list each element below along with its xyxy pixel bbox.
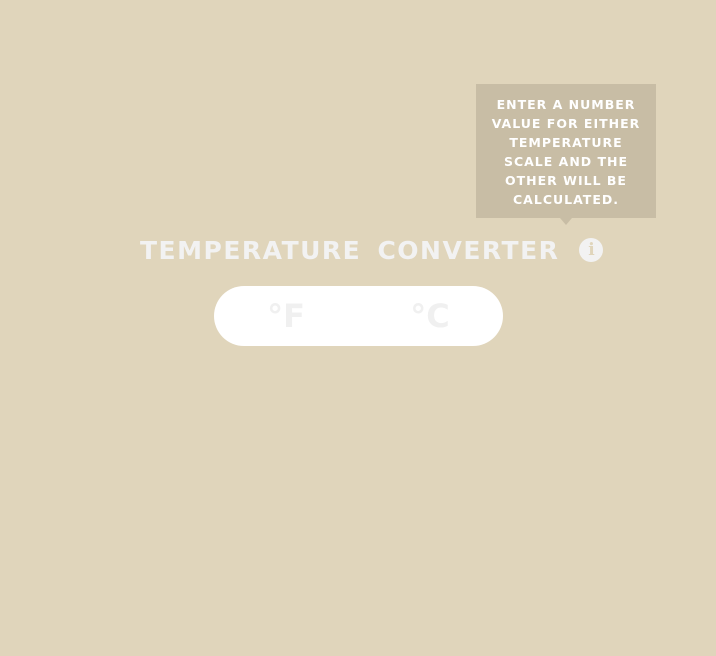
converter-form (214, 286, 503, 346)
page-title: TEMPERATURE CONVERTER (140, 235, 560, 265)
header: TEMPERATURE CONVERTER i (140, 233, 604, 267)
fahrenheit-input[interactable] (214, 286, 358, 346)
tooltip-text: ENTER A NUMBER VALUE FOR EITHER TEMPERAT… (491, 97, 641, 207)
tooltip-arrow (560, 218, 572, 225)
celsius-input[interactable] (358, 286, 502, 346)
info-icon[interactable]: i (579, 238, 604, 262)
info-tooltip: ENTER A NUMBER VALUE FOR EITHER TEMPERAT… (476, 84, 656, 225)
